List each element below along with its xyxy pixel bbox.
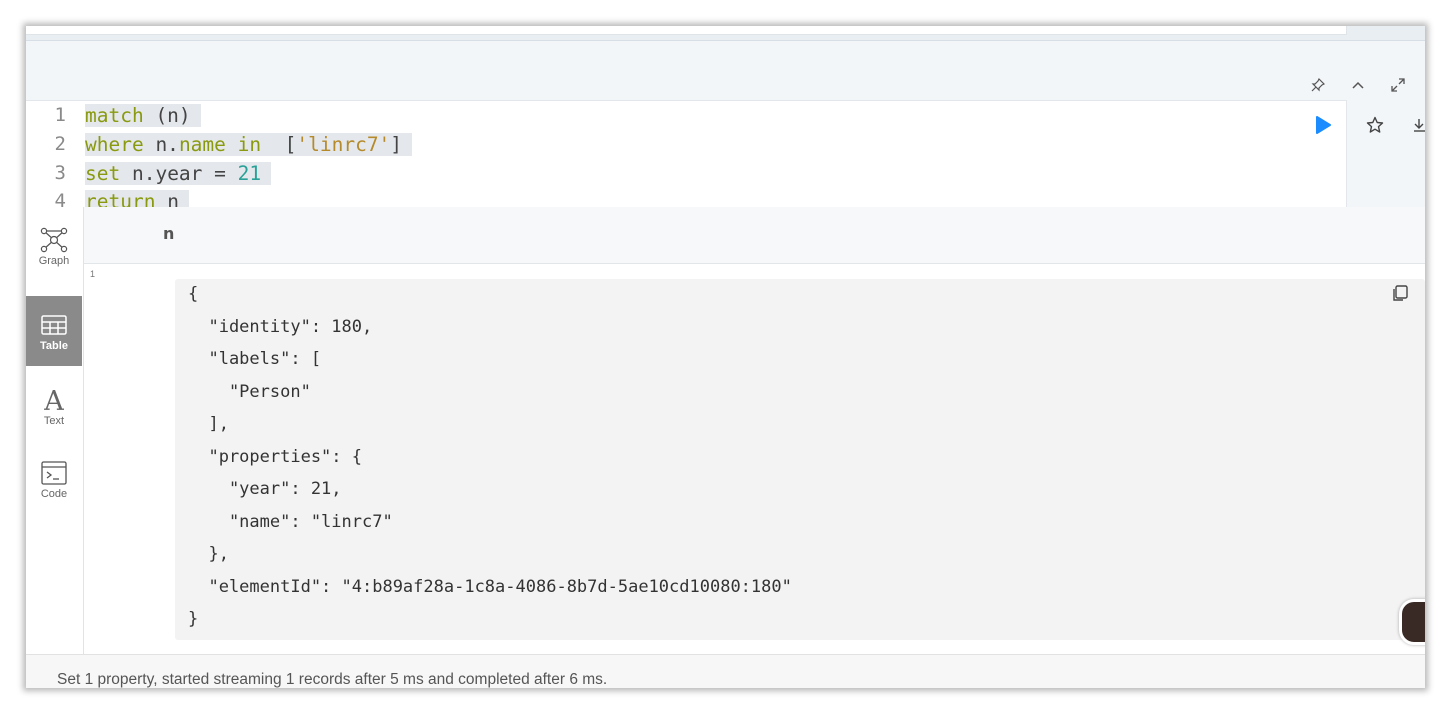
pin-icon[interactable] [1309, 77, 1327, 93]
table-column-header: n [84, 207, 1425, 264]
keyword-in: in [225, 132, 262, 156]
download-icon[interactable] [1401, 110, 1425, 140]
table-icon [41, 310, 67, 340]
code-line: 2 where n.name in ['linrc7'] [26, 130, 413, 158]
json-line: "name": "linrc7" [188, 512, 393, 532]
keyword-set: set [85, 161, 121, 185]
keyword-match: match [85, 103, 144, 127]
editor-actions [1297, 110, 1425, 140]
code-line: 3 set n.year = 21 [26, 159, 272, 187]
keyword-where: where [85, 132, 144, 156]
tab-label: Graph [38, 255, 70, 267]
code-icon [41, 458, 67, 488]
json-line: "Person" [188, 382, 311, 402]
tab-graph[interactable]: Graph [26, 211, 82, 281]
json-line: "properties": { [188, 447, 362, 467]
tab-table[interactable]: Table [26, 296, 82, 366]
column-header-n: n [163, 224, 175, 243]
string-literal: 'linrc7' [296, 132, 391, 156]
text-icon: A [43, 385, 65, 415]
json-line: }, [188, 544, 229, 564]
cypher-editor[interactable]: 1 match (n) 2 where n.name in ['linrc7']… [26, 100, 1347, 217]
result-table: n 1 { "identity": 180, "labels": [ "Pers… [84, 207, 1425, 654]
tab-label: Text [43, 415, 65, 427]
tab-label: Code [40, 488, 68, 500]
svg-text:A: A [43, 386, 64, 414]
line-number: 3 [54, 162, 66, 184]
frame-header: 1 match (n) 2 where n.name in ['linrc7']… [26, 41, 1425, 217]
run-button[interactable] [1297, 110, 1349, 140]
pattern-n: (n) [143, 103, 191, 127]
line-number: 1 [54, 104, 66, 126]
json-line: "identity": 180, [188, 317, 373, 337]
code-line: 1 match (n) [26, 101, 201, 129]
json-line: } [188, 609, 199, 629]
json-line: ], [188, 414, 229, 434]
status-message: Set 1 property, started streaming 1 reco… [57, 671, 608, 688]
fullscreen-icon[interactable] [1389, 77, 1407, 93]
favorite-star-icon[interactable] [1349, 110, 1401, 140]
json-line: "year": 21, [188, 479, 342, 499]
graph-icon [40, 225, 68, 255]
row-index: 1 [90, 269, 96, 279]
collapse-icon[interactable] [1349, 77, 1367, 93]
tab-label: Table [40, 340, 68, 352]
frame-controls [1309, 77, 1407, 93]
tab-text[interactable]: A Text [26, 371, 82, 441]
number-literal: 21 [237, 161, 262, 185]
avatar[interactable] [1399, 599, 1425, 645]
previous-frame-edge [26, 26, 1425, 41]
json-cell: { "identity": 180, "labels": [ "Person" … [175, 279, 1425, 640]
copy-icon[interactable] [1391, 284, 1411, 304]
property-name: name [178, 132, 226, 156]
status-bar: Set 1 property, started streaming 1 reco… [26, 654, 1425, 688]
json-line: { [188, 284, 199, 304]
query-frame-window: 1 match (n) 2 where n.name in ['linrc7']… [26, 26, 1425, 688]
line-number: 2 [54, 133, 66, 155]
tab-code[interactable]: Code [26, 444, 82, 514]
json-line: "labels": [ [188, 349, 322, 369]
result-view-tabs: Graph Table A Text Code [26, 207, 84, 654]
json-line: "elementId": "4:b89af28a-1c8a-4086-8b7d-… [188, 577, 792, 597]
